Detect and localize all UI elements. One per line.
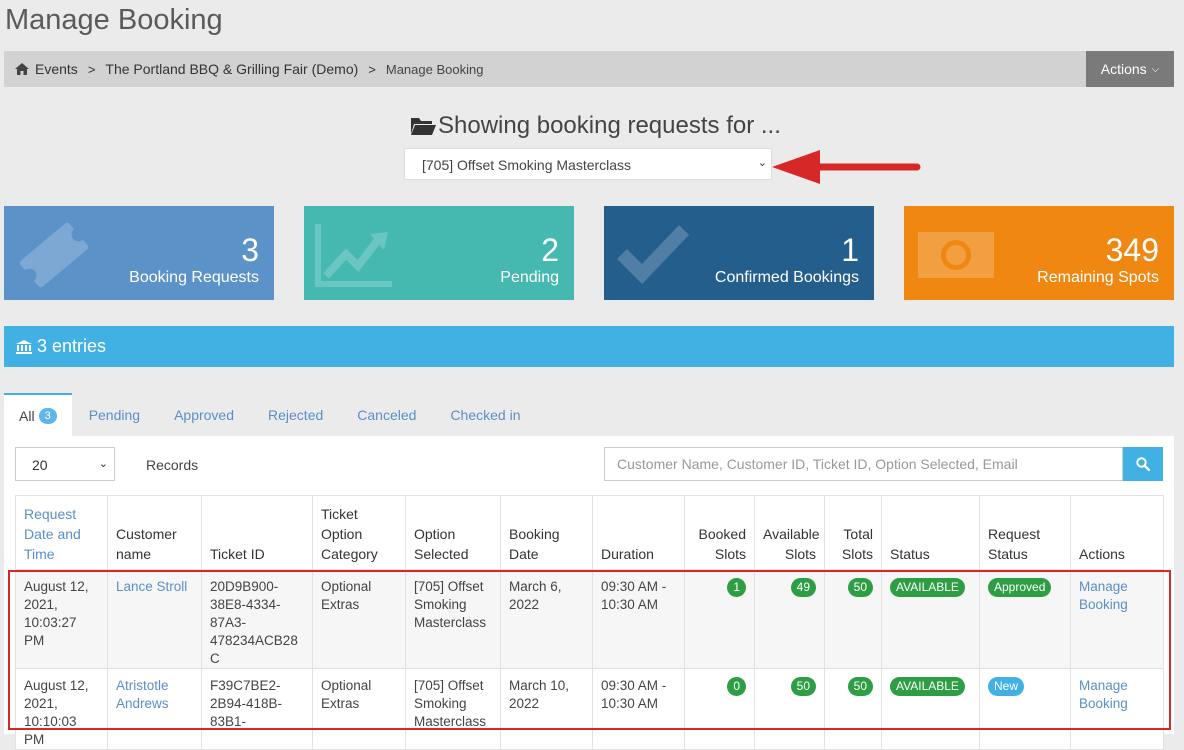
column-header[interactable]: Duration — [592, 495, 685, 570]
chevron-down-icon: ⌄ — [757, 157, 767, 169]
table-header-row: Request Date and Time Customer name Tick… — [15, 495, 1164, 570]
annotation-arrow-icon — [772, 150, 921, 184]
tab-rejected[interactable]: Rejected — [251, 393, 340, 437]
cell-request-date: August 12, 2021, 10:10:03 PM — [15, 668, 108, 750]
table-row: August 12, 2021, 10:03:27 PM Lance Strol… — [15, 569, 1164, 669]
tab-all[interactable]: All 3 — [4, 393, 72, 437]
stat-value: 2 — [541, 232, 559, 268]
tab-label: All — [19, 408, 35, 424]
cell-option: [705] Offset Smoking Masterclass — [405, 668, 501, 750]
cell-category: Optional Extras — [312, 668, 406, 750]
actions-dropdown-button[interactable]: Actions ⌵ — [1086, 51, 1174, 87]
table-row: August 12, 2021, 10:10:03 PM Atristotle … — [15, 668, 1164, 750]
event-select[interactable]: [705] Offset Smoking Masterclass ⌄ — [404, 148, 772, 180]
breadcrumb-separator: > — [87, 61, 96, 77]
folder-open-icon — [411, 118, 436, 135]
search-icon — [1136, 457, 1150, 471]
cell-ticket-id: F39C7BE2-2B94-418B-83B1- — [201, 668, 313, 750]
records-label: Records — [146, 457, 199, 473]
page-length-select[interactable]: 20 ⌄ — [15, 447, 115, 481]
cell-request-date: August 12, 2021, 10:03:27 PM — [15, 569, 108, 669]
cell-duration: 09:30 AM - 10:30 AM — [592, 668, 685, 750]
stat-tile-pending: 2 Pending — [304, 206, 574, 300]
ticket-icon — [19, 222, 89, 288]
breadcrumb-current: Manage Booking — [385, 61, 484, 77]
chevron-down-icon: ⌵ — [1151, 63, 1160, 75]
column-header: Actions — [1070, 495, 1164, 570]
check-icon — [617, 225, 690, 285]
money-icon — [918, 232, 994, 278]
stat-label: Booking Requests — [129, 269, 259, 286]
stat-value: 349 — [1105, 232, 1159, 268]
manage-booking-link[interactable]: Manage Booking — [1079, 678, 1128, 711]
bookings-table: Request Date and Time Customer name Tick… — [15, 495, 1164, 750]
stat-label: Pending — [500, 269, 559, 286]
request-status-badge: New — [988, 677, 1025, 696]
breadcrumb-bar: Events > The Portland BBQ & Grilling Fai… — [4, 51, 1174, 87]
entries-count: 3 entries — [37, 336, 107, 356]
tab-pending[interactable]: Pending — [72, 393, 157, 437]
stat-tile-confirmed: 1 Confirmed Bookings — [604, 206, 874, 300]
stat-value: 3 — [241, 232, 259, 268]
column-header[interactable]: Status — [881, 495, 980, 570]
column-header[interactable]: Request Date and Time — [15, 495, 108, 570]
column-header[interactable]: Booking Date — [500, 495, 593, 570]
column-header[interactable]: Ticket ID — [201, 495, 313, 570]
page-length-value: 20 — [32, 457, 48, 473]
column-header[interactable]: Customer name — [107, 495, 202, 570]
event-select-value: [705] Offset Smoking Masterclass — [422, 157, 632, 173]
actions-label: Actions — [1100, 61, 1147, 77]
search-input[interactable] — [604, 447, 1123, 481]
breadcrumb-separator: > — [368, 61, 376, 77]
column-header[interactable]: Request Status — [979, 495, 1071, 570]
table-container: 20 ⌄ Records Request Date and Time Custo… — [4, 436, 1174, 750]
cell-booking-date: March 10, 2022 — [500, 668, 593, 750]
available-slots-badge: 50 — [790, 677, 816, 696]
total-slots-badge: 50 — [847, 578, 873, 597]
customer-link[interactable]: Lance Stroll — [116, 579, 187, 594]
bank-icon — [16, 339, 32, 354]
bookings-panel: All 3 Pending Approved Rejected Canceled… — [4, 393, 1174, 750]
chevron-down-icon: ⌄ — [98, 458, 108, 470]
stat-tile-remaining: 349 Remaining Spots — [904, 206, 1174, 300]
column-header[interactable]: Ticket Option Category — [312, 495, 406, 570]
total-slots-badge: 50 — [847, 677, 873, 696]
breadcrumb: Events > The Portland BBQ & Grilling Fai… — [15, 51, 483, 87]
booked-slots-badge: 1 — [727, 578, 746, 597]
page-title: Manage Booking — [5, 4, 223, 36]
cell-category: Optional Extras — [312, 569, 406, 669]
cell-ticket-id: 20D9B900-38E8-4334-87A3-478234ACB28C — [201, 569, 313, 669]
tab-checked-in[interactable]: Checked in — [433, 393, 537, 437]
status-tabs: All 3 Pending Approved Rejected Canceled… — [4, 393, 537, 437]
status-badge: AVAILABLE — [890, 677, 965, 696]
tab-approved[interactable]: Approved — [157, 393, 251, 437]
breadcrumb-event[interactable]: The Portland BBQ & Grilling Fair (Demo) — [105, 61, 358, 77]
request-status-badge: Approved — [988, 578, 1052, 597]
cell-option: [705] Offset Smoking Masterclass — [405, 569, 501, 669]
stat-value: 1 — [841, 232, 859, 268]
customer-link[interactable]: Atristotle Andrews — [116, 678, 169, 711]
event-selector-heading: Showing booking requests for ... — [411, 112, 781, 140]
tab-count-badge: 3 — [38, 408, 57, 424]
booked-slots-badge: 0 — [727, 677, 746, 696]
column-header[interactable]: Available Slots — [754, 495, 825, 570]
cell-booking-date: March 6, 2022 — [500, 569, 593, 669]
event-selector-heading-text: Showing booking requests for ... — [438, 112, 781, 139]
chart-icon — [315, 224, 392, 287]
stat-tile-booking-requests: 3 Booking Requests — [4, 206, 274, 300]
entries-bar: 3 entries — [4, 326, 1174, 367]
available-slots-badge: 49 — [790, 578, 816, 597]
column-header[interactable]: Booked Slots — [684, 495, 755, 570]
stat-label: Confirmed Bookings — [714, 269, 859, 286]
manage-booking-link[interactable]: Manage Booking — [1079, 579, 1128, 612]
column-header[interactable]: Option Selected — [405, 495, 501, 570]
cell-duration: 09:30 AM - 10:30 AM — [592, 569, 685, 669]
tab-canceled[interactable]: Canceled — [340, 393, 433, 437]
breadcrumb-events[interactable]: Events — [35, 61, 78, 77]
status-badge: AVAILABLE — [890, 578, 965, 597]
home-icon — [15, 63, 29, 75]
search-button[interactable] — [1123, 447, 1163, 481]
stat-label: Remaining Spots — [1037, 269, 1159, 286]
column-header[interactable]: Total Slots — [824, 495, 882, 570]
